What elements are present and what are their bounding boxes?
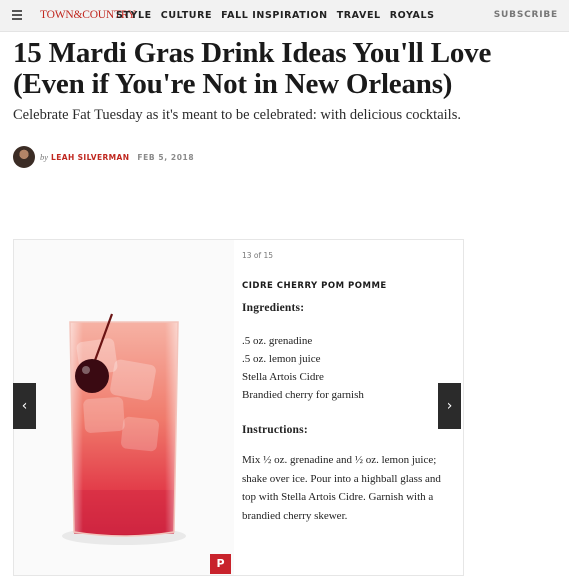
ingredient-item: Stella Artois Cidre (242, 371, 324, 383)
ingredients-heading: Ingredients: (242, 302, 305, 314)
cocktail-image (62, 313, 186, 545)
nav-link-royals[interactable]: ROYALS (390, 10, 435, 21)
byline-prefix: by (40, 152, 49, 162)
instructions-text: Mix ½ oz. grenadine and ½ oz. lemon juic… (242, 454, 441, 522)
top-nav: TOWN&COUNTRY STYLE CULTURE FALL INSPIRAT… (0, 0, 569, 32)
byline: by LEAH SILVERMAN FEB 5, 2018 (13, 146, 194, 168)
article-headline: 15 Mardi Gras Drink Ideas You'll Love (E… (13, 37, 492, 100)
subscribe-link[interactable]: SUBSCRIBE (494, 10, 558, 20)
ingredients-list: .5 oz. grenadine .5 oz. lemon juice Stel… (242, 332, 364, 404)
article-dek: Celebrate Fat Tuesday as it's meant to b… (13, 107, 461, 123)
ingredient-item: Brandied cherry for garnish (242, 389, 364, 401)
ingredient-item: .5 oz. lemon juice (242, 353, 321, 365)
chevron-right-icon[interactable]: › (438, 383, 461, 429)
nav-link-travel[interactable]: TRAVEL (337, 10, 381, 21)
ingredient-item: .5 oz. grenadine (242, 335, 313, 347)
slide-counter: 13 of 15 (242, 251, 274, 260)
cocktail-photo: P (14, 240, 234, 575)
slideshow-card: P 13 of 15 CIDRE CHERRY POM POMME Ingred… (13, 239, 464, 576)
instructions-heading: Instructions: (242, 424, 308, 436)
slide-title: CIDRE CHERRY POM POMME (242, 281, 387, 291)
pinterest-icon[interactable]: P (210, 554, 231, 574)
nav-links: STYLE CULTURE FALL INSPIRATION TRAVEL RO… (116, 10, 435, 21)
chevron-left-icon[interactable]: ‹ (13, 383, 36, 429)
nav-link-fall-inspiration[interactable]: FALL INSPIRATION (221, 10, 328, 21)
hamburger-icon[interactable] (12, 10, 22, 20)
author-link[interactable]: LEAH SILVERMAN (51, 153, 129, 162)
publish-date: FEB 5, 2018 (137, 152, 195, 162)
nav-link-culture[interactable]: CULTURE (161, 10, 212, 21)
nav-link-style[interactable]: STYLE (116, 10, 152, 21)
author-avatar[interactable] (13, 146, 35, 168)
